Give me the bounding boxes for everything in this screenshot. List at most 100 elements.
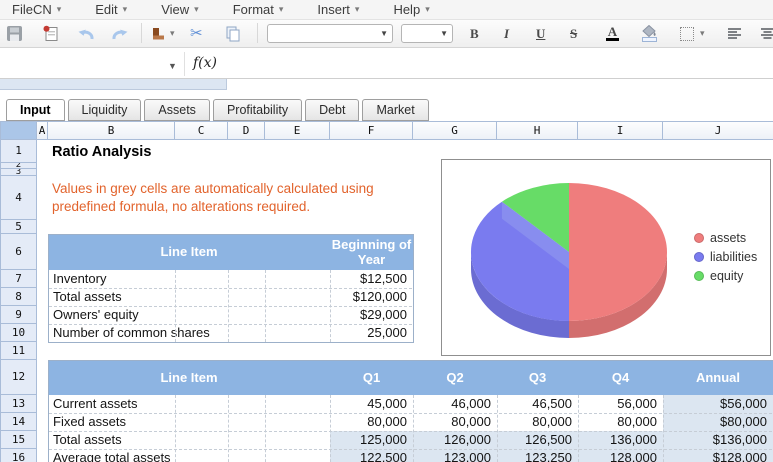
sheet-tab-bar: Input Liquidity Assets Profitability Debt Mar… xyxy=(6,99,432,121)
menu-edit[interactable]: Edit ▾ xyxy=(95,2,127,17)
column-header-A[interactable]: A xyxy=(37,121,48,140)
formula-input[interactable] xyxy=(225,55,767,73)
row-header-16[interactable]: 16 xyxy=(0,449,37,462)
redo-icon[interactable] xyxy=(110,20,130,47)
table2-cell[interactable]: 125,000 xyxy=(330,431,413,449)
table1-row-value[interactable]: $120,000 xyxy=(330,288,413,306)
menu-format[interactable]: Format ▾ xyxy=(233,2,284,17)
table2-cell[interactable]: 46,500 xyxy=(497,395,578,413)
column-header-H[interactable]: H xyxy=(497,121,578,140)
table2-cell[interactable]: 126,000 xyxy=(413,431,497,449)
table2-cell[interactable]: 80,000 xyxy=(413,413,497,431)
font-size-select[interactable]: ▼ xyxy=(401,24,453,43)
column-header-C[interactable]: C xyxy=(175,121,228,140)
save-icon[interactable] xyxy=(6,20,23,47)
borders-button[interactable] xyxy=(680,20,694,47)
table2-cell[interactable]: 123,000 xyxy=(413,449,497,462)
tab-market[interactable]: Market xyxy=(362,99,429,121)
paint-format-icon[interactable] xyxy=(150,20,167,47)
row-header-4[interactable]: 4 xyxy=(0,176,37,220)
underline-button[interactable]: U xyxy=(536,20,545,47)
name-box[interactable] xyxy=(6,55,164,73)
row-header-8[interactable]: 8 xyxy=(0,288,37,306)
column-header-I[interactable]: I xyxy=(578,121,663,140)
copy-icon[interactable] xyxy=(224,20,242,47)
fill-color-button[interactable] xyxy=(641,20,657,47)
paint-format-caret-icon[interactable]: ▾ xyxy=(170,20,175,47)
row-header-1[interactable]: 1 xyxy=(0,140,37,163)
formula-bar: ▼ f(x) xyxy=(0,50,773,79)
table2-cell[interactable]: 56,000 xyxy=(578,395,663,413)
table2-cell[interactable]: $80,000 xyxy=(663,413,773,431)
row-header-7[interactable]: 7 xyxy=(0,270,37,288)
table2-row-label[interactable]: Total assets xyxy=(48,431,330,449)
row-header-6[interactable]: 6 xyxy=(0,234,37,270)
table2-cell[interactable]: 126,500 xyxy=(497,431,578,449)
grid-corner-cell[interactable] xyxy=(0,121,37,140)
row-header-15[interactable]: 15 xyxy=(0,431,37,449)
print-icon[interactable] xyxy=(42,20,60,47)
column-header-F[interactable]: F xyxy=(330,121,413,140)
row-header-5[interactable]: 5 xyxy=(0,220,37,234)
table1-row-value[interactable]: $29,000 xyxy=(330,306,413,324)
row-header-9[interactable]: 9 xyxy=(0,306,37,324)
column-header-E[interactable]: E xyxy=(265,121,330,140)
table1-row-label[interactable]: Inventory xyxy=(48,270,330,288)
table2-cell[interactable]: 80,000 xyxy=(330,413,413,431)
row-header-11[interactable]: 11 xyxy=(0,342,37,360)
table2-cell[interactable]: $56,000 xyxy=(663,395,773,413)
column-header-D[interactable]: D xyxy=(228,121,265,140)
table2-cell[interactable]: 122,500 xyxy=(330,449,413,462)
row-header-13[interactable]: 13 xyxy=(0,395,37,413)
column-header-G[interactable]: G xyxy=(413,121,497,140)
table1-row-label[interactable]: Number of common shares xyxy=(48,324,330,342)
table1-row-label[interactable]: Total assets xyxy=(48,288,330,306)
table1-row-value[interactable]: 25,000 xyxy=(330,324,413,342)
tab-input[interactable]: Input xyxy=(6,99,65,121)
name-box-dropdown-icon[interactable]: ▼ xyxy=(168,61,177,71)
undo-icon[interactable] xyxy=(76,20,96,47)
tab-liquidity[interactable]: Liquidity xyxy=(67,99,142,121)
align-center-button[interactable] xyxy=(760,20,773,47)
table2-cell[interactable]: 80,000 xyxy=(497,413,578,431)
font-select[interactable]: ▼ xyxy=(267,24,393,43)
table1-row-value[interactable]: $12,500 xyxy=(330,270,413,288)
strikethrough-button[interactable]: S xyxy=(570,20,577,47)
align-left-button[interactable] xyxy=(727,20,742,47)
table2-row-label[interactable]: Fixed assets xyxy=(48,413,330,431)
menu-filecn[interactable]: FileCN ▾ xyxy=(12,2,61,17)
table2-cell[interactable]: 46,000 xyxy=(413,395,497,413)
row-header-12[interactable]: 12 xyxy=(0,360,37,395)
row-header-10[interactable]: 10 xyxy=(0,324,37,342)
column-header-B[interactable]: B xyxy=(48,121,175,140)
borders-caret-icon[interactable]: ▾ xyxy=(700,20,705,47)
table2-cell[interactable]: 45,000 xyxy=(330,395,413,413)
pie-chart[interactable]: assets liabilities equity xyxy=(441,159,771,356)
table2-cell[interactable]: 128,000 xyxy=(578,449,663,462)
tab-profitability[interactable]: Profitability xyxy=(212,99,303,121)
table2-row-label[interactable]: Average total assets xyxy=(48,449,330,462)
tab-assets[interactable]: Assets xyxy=(144,99,210,121)
legend-swatch-assets xyxy=(694,232,704,243)
table2-row-label[interactable]: Current assets xyxy=(48,395,330,413)
italic-button[interactable]: I xyxy=(504,20,509,47)
row-header-14[interactable]: 14 xyxy=(0,413,37,431)
bold-button[interactable]: B xyxy=(470,20,479,47)
cut-icon[interactable]: ✂ xyxy=(190,20,203,47)
table2-cell[interactable]: 123,250 xyxy=(497,449,578,462)
legend-label-equity: equity xyxy=(710,268,744,283)
row-header-3[interactable]: 3 xyxy=(0,169,37,176)
table2-cell[interactable]: $128,000 xyxy=(663,449,773,462)
table2-cell[interactable]: 80,000 xyxy=(578,413,663,431)
menu-view[interactable]: View ▾ xyxy=(161,2,198,17)
text-color-button[interactable]: A xyxy=(606,20,619,47)
table1-row-label[interactable]: Owners' equity xyxy=(48,306,330,324)
menu-insert[interactable]: Insert ▾ xyxy=(317,2,359,17)
column-header-J[interactable]: J xyxy=(663,121,773,140)
menu-help[interactable]: Help ▾ xyxy=(393,2,429,17)
table2-cell[interactable]: $136,000 xyxy=(663,431,773,449)
table2-cell[interactable]: 136,000 xyxy=(578,431,663,449)
tab-debt[interactable]: Debt xyxy=(305,99,360,121)
cell-title[interactable]: Ratio Analysis xyxy=(52,140,151,163)
cell-note[interactable]: Values in grey cells are automatically c… xyxy=(52,180,374,216)
